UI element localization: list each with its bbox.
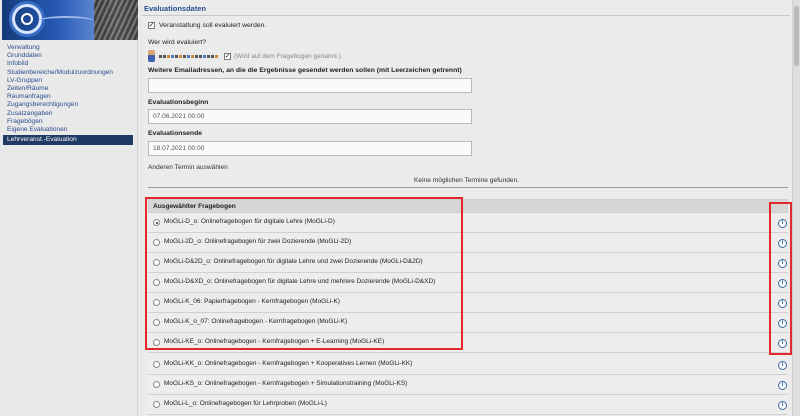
- questionnaire-option[interactable]: MoGLi-D&XD_o: Onlinefragebogen für digit…: [148, 273, 788, 293]
- divider: [148, 187, 788, 188]
- radio-button[interactable]: [153, 339, 160, 346]
- questionnaire-option[interactable]: MoGLi-KK_o: Onlinefragebogen - Kernfrage…: [148, 355, 788, 375]
- evaluee-question: Wer wird evaluiert?: [148, 39, 207, 46]
- questionnaire-option[interactable]: MoGLi-L_o: Onlinefragebogen für Lehrprob…: [148, 395, 788, 415]
- section-title: Evaluationsdaten: [144, 4, 207, 13]
- info-icon[interactable]: i: [778, 279, 787, 288]
- questionnaire-header: Ausgewählter Fragebogen: [148, 199, 788, 213]
- radio-button[interactable]: [153, 319, 160, 326]
- info-icon[interactable]: i: [778, 239, 787, 248]
- questionnaire-option[interactable]: MoGLi-KE_o: Onlinefragebogen - Kernfrage…: [148, 333, 788, 353]
- info-icon[interactable]: i: [778, 361, 787, 370]
- sidebar-item-zeiten-raeume[interactable]: Zeiten/Räume: [3, 85, 133, 93]
- other-term-label[interactable]: Anderen Termin auswählen: [148, 164, 228, 171]
- person-icon: [148, 50, 155, 62]
- named-on-questionnaire-checkbox[interactable]: ✓: [224, 52, 231, 60]
- option-label: MoGLi-D&2D_o: Onlinefragebogen für digit…: [164, 258, 423, 265]
- info-icon[interactable]: i: [778, 401, 787, 410]
- sidebar-item-frageboegen[interactable]: Fragebögen: [3, 118, 133, 126]
- questionnaire-option[interactable]: MoGLi-2D_o: Onlinefragebogen für zwei Do…: [148, 233, 788, 253]
- sidebar-item-lehrveranst-evaluation[interactable]: Lehrveranst.-Evaluation: [3, 135, 133, 146]
- evaluate-row: ✓ Veranstaltung soll evaluiert werden.: [148, 22, 266, 29]
- evaluate-checkbox-label: Veranstaltung soll evaluiert werden.: [159, 22, 267, 29]
- radio-button[interactable]: [153, 279, 160, 286]
- start-date-input[interactable]: 07.06.2021 00:00: [148, 109, 472, 124]
- end-label: Evaluationsende: [148, 130, 203, 137]
- sidebar-item-raumanfragen[interactable]: Raumanfragen: [3, 93, 133, 101]
- radio-button[interactable]: [153, 239, 160, 246]
- radio-button[interactable]: [153, 361, 160, 368]
- sidebar-item-infobild[interactable]: Infobild: [3, 60, 133, 68]
- evaluee-row: ✓ (Wird auf dem Fragebogen genannt.): [148, 50, 341, 62]
- option-label: MoGLi-K_06: Papierfragebogen - Kernfrage…: [164, 298, 340, 305]
- radio-button[interactable]: [153, 401, 160, 408]
- scrollbar[interactable]: [792, 0, 800, 416]
- emails-label: Weitere Emailadressen, an die die Ergebn…: [148, 67, 462, 74]
- info-icon[interactable]: i: [778, 319, 787, 328]
- header-banner-image: [2, 0, 138, 40]
- option-label: MoGLi-KS_o: Onlinefragebogen - Kernfrage…: [164, 380, 408, 387]
- option-label: MoGLi-K_o_07: Onlinefragebogen - Kernfra…: [164, 318, 348, 325]
- questionnaire-option[interactable]: MoGLi-D&2D_o: Onlinefragebogen für digit…: [148, 253, 788, 273]
- end-date-input[interactable]: 18.07.2021 00:00: [148, 141, 472, 156]
- questionnaire-option[interactable]: MoGLi-KS_o: Onlinefragebogen - Kernfrage…: [148, 375, 788, 395]
- option-label: MoGLi-D&XD_o: Onlinefragebogen für digit…: [164, 278, 436, 285]
- sidebar-item-studienbereiche[interactable]: Studienbereiche/Modulzuordnungen: [3, 69, 133, 77]
- radio-button[interactable]: [153, 381, 160, 388]
- evaluate-checkbox[interactable]: ✓: [148, 22, 155, 29]
- sidebar-item-grunddaten[interactable]: Grunddaten: [3, 52, 133, 60]
- sidebar-item-lv-gruppen[interactable]: LV-Gruppen: [3, 77, 133, 85]
- option-label: MoGLi-L_o: Onlinefragebogen für Lehrprob…: [164, 400, 327, 407]
- radio-button[interactable]: [153, 299, 160, 306]
- divider: [142, 15, 790, 16]
- questionnaire-option[interactable]: MoGLi-K_o_07: Onlinefragebogen - Kernfra…: [148, 313, 788, 333]
- questionnaire-header-label: Ausgewählter Fragebogen: [153, 203, 236, 210]
- sidebar: Verwaltung Grunddaten Infobild Studienbe…: [0, 0, 138, 416]
- questionnaire-option[interactable]: MoGLi-K_06: Papierfragebogen - Kernfrage…: [148, 293, 788, 313]
- info-icon[interactable]: i: [778, 339, 787, 348]
- radio-button[interactable]: [153, 259, 160, 266]
- redacted-name: [159, 54, 218, 58]
- sidebar-nav: Verwaltung Grunddaten Infobild Studienbe…: [3, 44, 133, 146]
- radio-button[interactable]: [153, 219, 160, 226]
- option-label: MoGLi-D_o: Onlinefragebogen für digitale…: [164, 218, 335, 225]
- option-label: MoGLi-KK_o: Onlinefragebogen - Kernfrage…: [164, 360, 413, 367]
- option-label: MoGLi-KE_o: Onlinefragebogen - Kernfrage…: [164, 338, 385, 345]
- logo-swirl-icon: [12, 4, 42, 34]
- emails-input[interactable]: [148, 78, 472, 93]
- main-content: Evaluationsdaten ✓ Veranstaltung soll ev…: [142, 0, 792, 416]
- info-icon[interactable]: i: [778, 299, 787, 308]
- info-icon[interactable]: i: [778, 259, 787, 268]
- start-label: Evaluationsbeginn: [148, 99, 209, 106]
- sidebar-item-zugangsberechtigungen[interactable]: Zugangsberechtigungen: [3, 101, 133, 109]
- info-icon[interactable]: i: [778, 219, 787, 228]
- info-icon[interactable]: i: [778, 381, 787, 390]
- sidebar-item-verwaltung[interactable]: Verwaltung: [3, 44, 133, 52]
- questionnaire-option[interactable]: MoGLi-D_o: Onlinefragebogen für digitale…: [148, 213, 788, 233]
- named-hint: (Wird auf dem Fragebogen genannt.): [234, 52, 341, 60]
- scrollbar-thumb[interactable]: [794, 6, 799, 66]
- option-label: MoGLi-2D_o: Onlinefragebogen für zwei Do…: [164, 238, 352, 245]
- no-terms-message: Keine möglichen Termine gefunden.: [414, 177, 520, 184]
- sidebar-item-zusatzangaben[interactable]: Zusatzangaben: [3, 110, 133, 118]
- sidebar-item-eigene-evaluationen[interactable]: Eigene Evaluationen: [3, 126, 133, 134]
